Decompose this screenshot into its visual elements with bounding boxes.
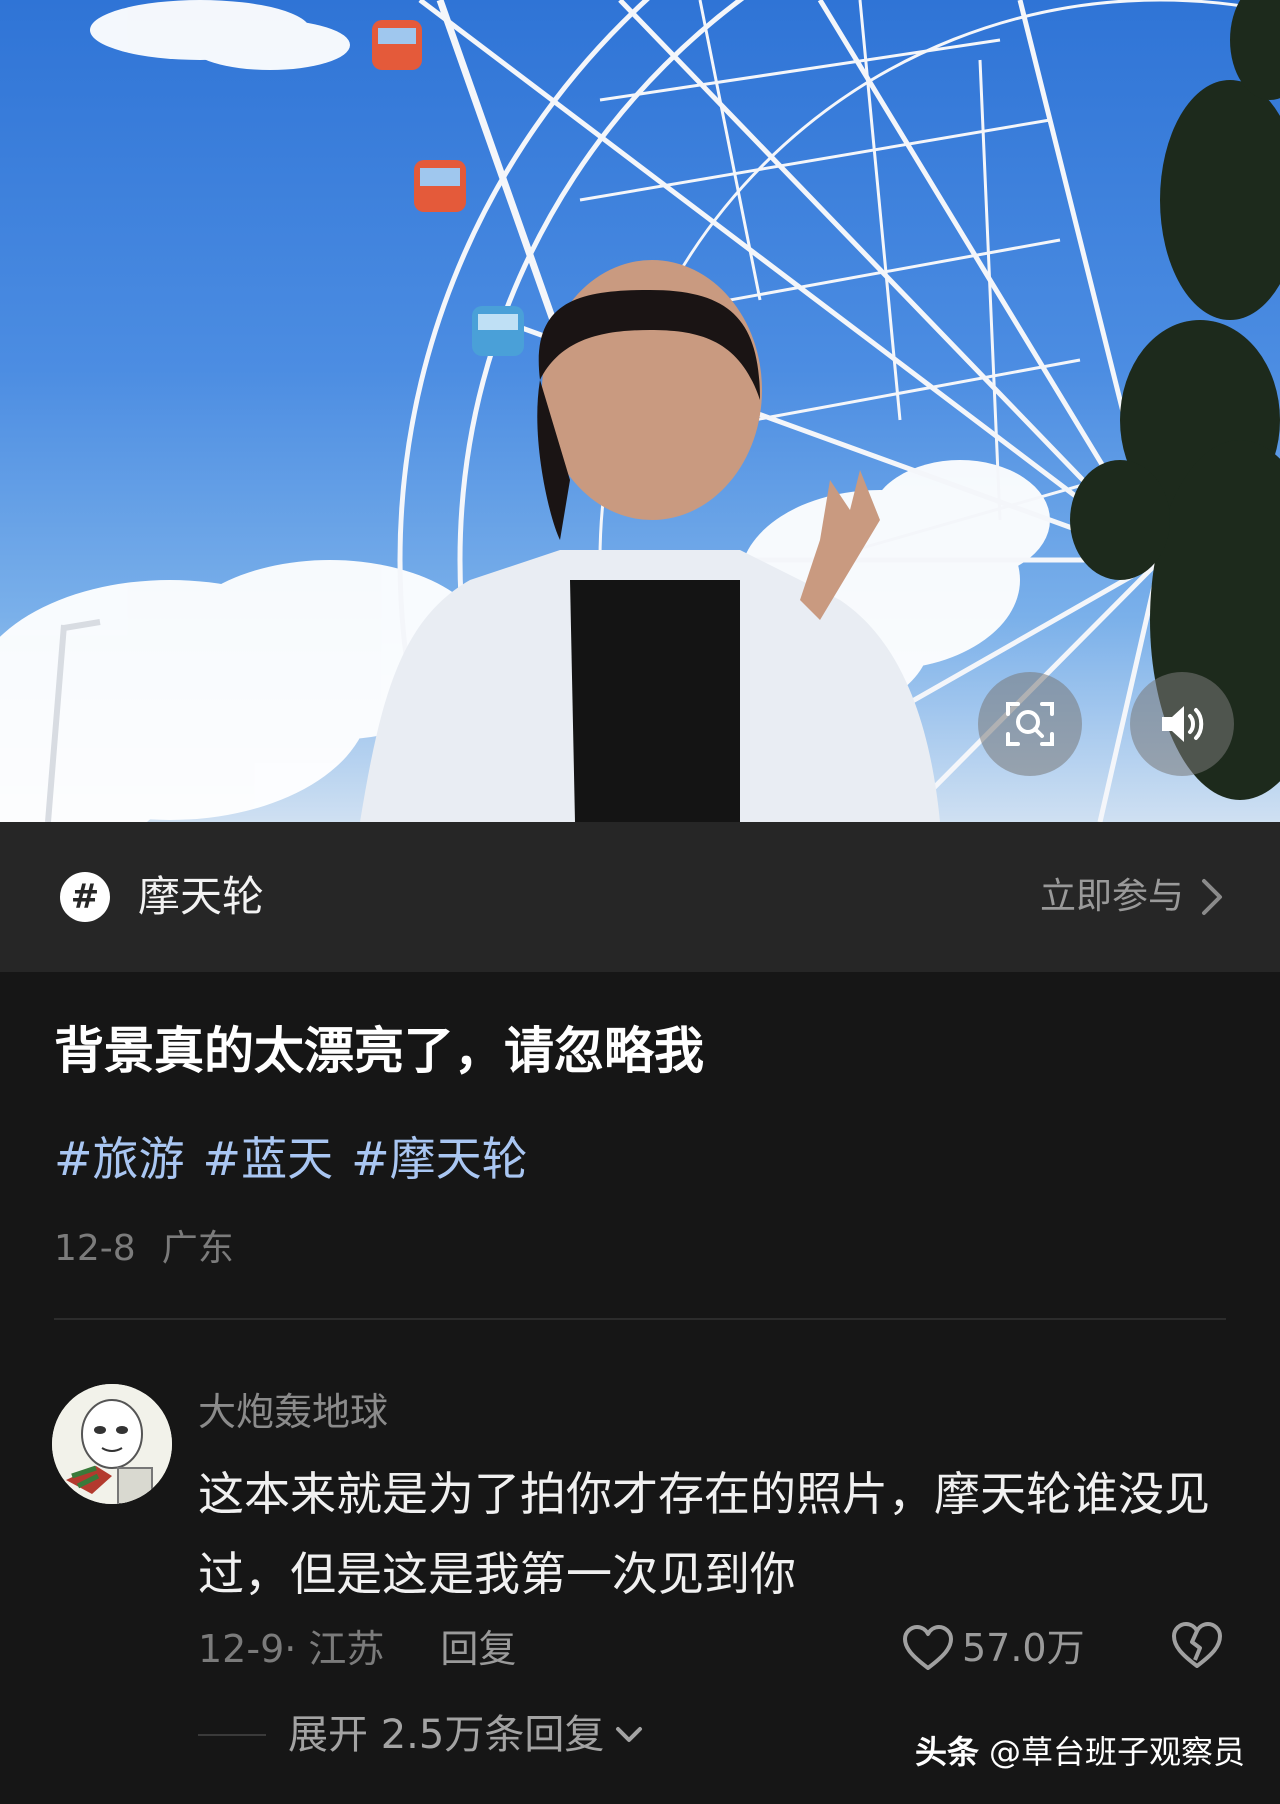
speaker-icon [1162, 706, 1204, 742]
divider [54, 1318, 1226, 1320]
post-date: 12-8 [54, 1228, 136, 1269]
reply-button[interactable]: 回复 [440, 1624, 516, 1674]
heart-outline-icon [903, 1625, 953, 1670]
watermark: 头条 @草台班子观察员 [915, 1730, 1245, 1774]
avatar-illustration [52, 1384, 172, 1504]
join-topic-button[interactable]: 立即参与 [1040, 874, 1184, 920]
commenter-name[interactable]: 大炮轰地球 [198, 1388, 388, 1436]
post-photo[interactable] [0, 0, 1280, 822]
tag-ferris-wheel[interactable]: #摩天轮 [351, 1130, 528, 1188]
comment-date-location: 12-9· 江苏 [198, 1627, 385, 1671]
gondolas [372, 20, 524, 356]
tag-travel[interactable]: #旅游 [54, 1130, 185, 1188]
scan-icon [1006, 702, 1054, 746]
expand-replies-button[interactable]: 展开 2.5万条回复 [198, 1710, 644, 1760]
person [360, 260, 940, 822]
expand-line [198, 1734, 266, 1736]
chevron-right-icon[interactable] [1200, 877, 1224, 917]
post-title: 背景真的太漂亮了，请忽略我 [54, 1022, 704, 1080]
scan-button[interactable] [978, 672, 1082, 776]
commenter-avatar[interactable] [52, 1384, 172, 1504]
post-meta: 12-8 广东 [54, 1226, 234, 1272]
photo-scene [0, 0, 1280, 822]
sound-button[interactable] [1130, 672, 1234, 776]
watermark-handle: @草台班子观察员 [989, 1733, 1246, 1771]
comment-meta: 12-9· 江苏 回复 [198, 1624, 516, 1674]
like-button[interactable]: 57.0万 [902, 1620, 1085, 1676]
like-count: 57.0万 [962, 1626, 1085, 1670]
hashtag-icon: # [60, 872, 110, 922]
post-location: 广东 [161, 1228, 234, 1269]
broken-heart-icon[interactable] [1170, 1620, 1224, 1670]
watermark-brand: 头条 [915, 1733, 980, 1771]
topic-name: 摩天轮 [138, 872, 265, 921]
tag-blue-sky[interactable]: #蓝天 [203, 1130, 334, 1188]
comment-text: 这本来就是为了拍你才存在的照片，摩天轮谁没见过，但是这是我第一次见到你 [198, 1467, 1210, 1601]
chevron-down-icon [616, 1727, 643, 1742]
tag-list: #旅游 #蓝天 #摩天轮 [54, 1130, 528, 1188]
topic-bar[interactable]: # 摩天轮 立即参与 [0, 822, 1280, 972]
expand-replies-label: 展开 2.5万条回复 [288, 1712, 605, 1758]
